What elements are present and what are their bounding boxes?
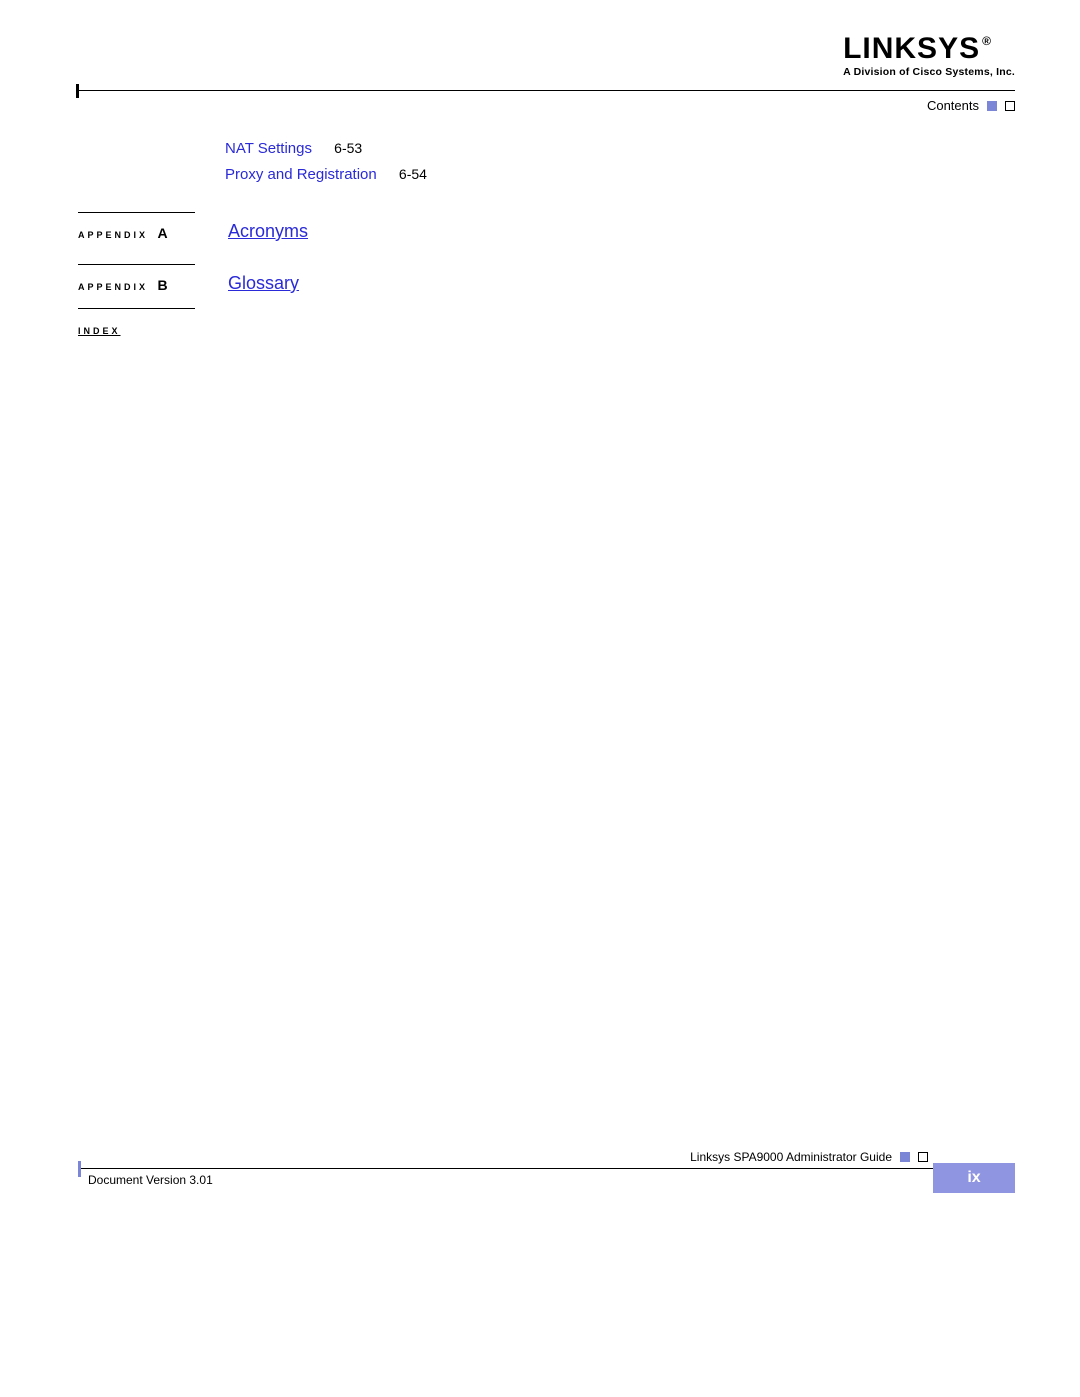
toc-entry: Proxy and Registration 6-54	[225, 166, 427, 183]
appendix-row-b: APPENDIX B Glossary	[78, 277, 1015, 295]
appendix-rule	[78, 264, 195, 265]
index-row: INDEX	[78, 321, 121, 339]
section-label: Contents	[927, 98, 979, 113]
appendix-word: APPENDIX	[78, 282, 148, 292]
appendix-rule	[78, 212, 195, 213]
toc-link-nat-settings[interactable]: NAT Settings	[225, 140, 312, 157]
brand-name: LINKSYS	[843, 32, 980, 66]
page: LINKSYS ® A Division of Cisco Systems, I…	[0, 0, 1080, 1397]
doc-version: Document Version 3.01	[88, 1173, 213, 1187]
decor-square-blue	[987, 101, 997, 111]
appendix-link-acronyms[interactable]: Acronyms	[228, 221, 308, 242]
registered-mark: ®	[982, 34, 992, 48]
toc-page-ref: 6-53	[334, 140, 362, 156]
brand-logo: LINKSYS ® A Division of Cisco Systems, I…	[843, 32, 1015, 78]
decor-square-outline	[1005, 101, 1015, 111]
decor-square-blue	[900, 1152, 910, 1162]
index-link[interactable]: INDEX	[78, 326, 121, 336]
toc-page-ref: 6-54	[399, 166, 427, 182]
appendix-label: APPENDIX B	[78, 277, 168, 293]
section-label-row: Contents	[927, 98, 1015, 113]
appendix-word: APPENDIX	[78, 230, 148, 240]
header-rule	[76, 90, 1015, 91]
brand-tagline: A Division of Cisco Systems, Inc.	[843, 66, 1015, 78]
page-number-badge: ix	[933, 1163, 1015, 1193]
guide-title: Linksys SPA9000 Administrator Guide	[690, 1150, 892, 1164]
brand-wordmark: LINKSYS ®	[843, 32, 1015, 66]
appendix-letter: B	[158, 277, 168, 293]
appendix-row-a: APPENDIX A Acronyms	[78, 225, 1015, 243]
toc-link-proxy-and-registration[interactable]: Proxy and Registration	[225, 166, 377, 183]
index-rule	[78, 308, 195, 309]
toc-entry: NAT Settings 6-53	[225, 140, 362, 157]
footer-tick	[78, 1161, 81, 1177]
decor-square-outline	[918, 1152, 928, 1162]
appendix-link-glossary[interactable]: Glossary	[228, 273, 299, 294]
appendix-label: APPENDIX A	[78, 225, 168, 241]
appendix-letter: A	[158, 225, 168, 241]
header-tick	[76, 84, 79, 98]
footer-title-row: Linksys SPA9000 Administrator Guide	[690, 1150, 928, 1164]
footer-rule	[78, 1168, 1015, 1169]
